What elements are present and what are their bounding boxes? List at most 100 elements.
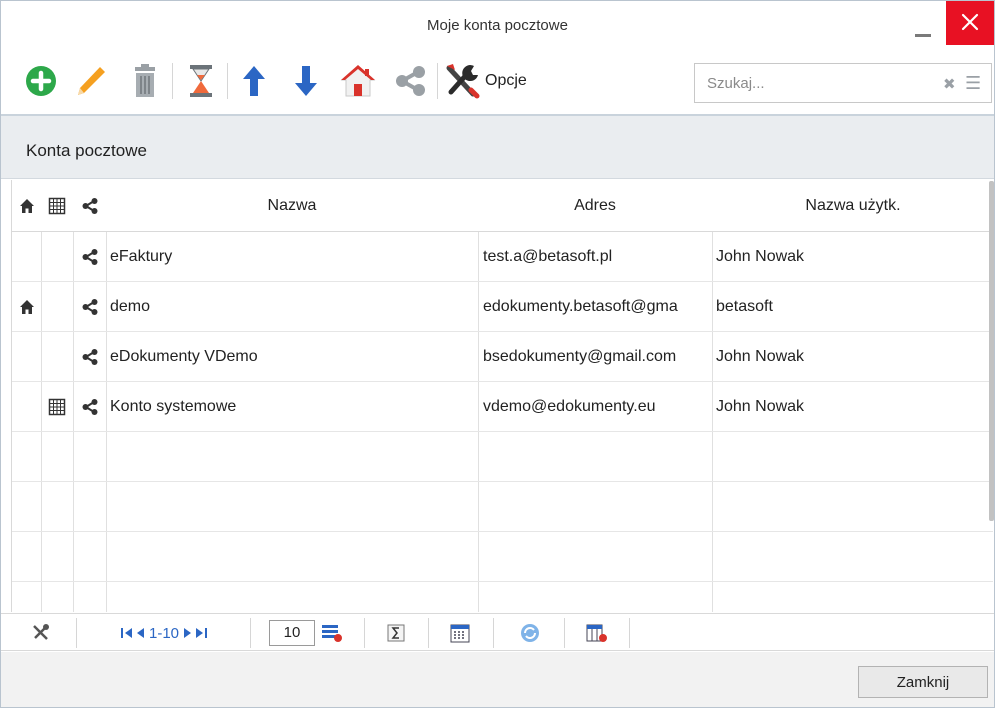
name-cell: eFaktury xyxy=(110,247,173,265)
search-input[interactable] xyxy=(695,64,925,102)
close-icon xyxy=(961,13,979,31)
window-title: Moje konta pocztowe xyxy=(427,17,568,34)
system-cell xyxy=(41,382,73,431)
column-header-share[interactable] xyxy=(73,180,106,232)
share-icon xyxy=(82,398,97,415)
share-icon xyxy=(82,298,97,315)
title-bar: Moje konta pocztowe xyxy=(1,1,994,51)
options-button[interactable]: Opcje xyxy=(443,61,527,101)
refresh-icon xyxy=(521,624,539,642)
dialog-window: Moje konta pocztowe Opcje Szukaj... ✖ ☰ … xyxy=(0,0,995,708)
name-cell: demo xyxy=(110,297,151,315)
table-row[interactable]: demo edokumenty.betasoft@gma betasoft xyxy=(12,282,993,332)
name-cell: Konto systemowe xyxy=(110,397,237,415)
section-header: Konta pocztowe xyxy=(1,116,994,179)
column-header-system[interactable] xyxy=(41,180,73,232)
close-window-button[interactable] xyxy=(946,1,994,45)
dialog-footer: Zamknij xyxy=(1,652,994,707)
tools-icon xyxy=(33,624,49,640)
grid-settings-button[interactable] xyxy=(29,620,53,646)
arrow-up-icon xyxy=(243,66,265,96)
empty-table-row xyxy=(12,432,993,482)
address-cell: edokumenty.betasoft@gma xyxy=(483,297,678,315)
delete-button[interactable] xyxy=(125,61,165,101)
table-row[interactable]: Konto systemowe vdemo@edokumenty.eu John N… xyxy=(12,382,993,432)
add-button[interactable] xyxy=(21,61,61,101)
empty-table-row xyxy=(12,532,993,582)
share-cell xyxy=(73,282,106,331)
calendar-button[interactable] xyxy=(448,620,472,646)
address-cell: vdemo@edokumenty.eu xyxy=(483,397,656,415)
plus-circle-icon xyxy=(26,66,56,96)
table-row[interactable]: eFaktury test.a@betasoft.pl John Nowak xyxy=(12,232,993,282)
summary-button[interactable] xyxy=(384,620,408,646)
refresh-button[interactable] xyxy=(517,620,543,646)
share-button[interactable] xyxy=(390,61,430,101)
pagination: 1-10 xyxy=(97,620,231,646)
column-header-address[interactable]: Adres xyxy=(478,180,712,232)
search-box: ✖ ☰ xyxy=(694,63,992,103)
home-cell xyxy=(12,332,41,381)
section-title: Konta pocztowe xyxy=(26,141,147,160)
hourglass-icon xyxy=(190,65,212,97)
share-cell xyxy=(73,382,106,431)
share-icon xyxy=(82,348,97,365)
arrow-down-icon xyxy=(295,66,317,96)
column-header-username[interactable]: Nazwa użytk. xyxy=(712,180,993,232)
columns-icon xyxy=(586,624,607,642)
home-icon xyxy=(19,299,34,314)
share-cell xyxy=(73,232,106,281)
username-cell: John Nowak xyxy=(716,347,805,365)
home-cell xyxy=(12,232,41,281)
minimize-button[interactable] xyxy=(911,23,935,37)
username-cell: John Nowak xyxy=(716,247,805,265)
system-cell xyxy=(41,282,73,331)
empty-table-row xyxy=(12,482,993,532)
history-button[interactable] xyxy=(181,61,221,101)
toolbar: Opcje ✖ ☰ xyxy=(1,51,994,115)
last-page-icon[interactable] xyxy=(194,626,208,640)
vertical-scrollbar[interactable] xyxy=(989,181,994,521)
column-header-home[interactable] xyxy=(12,180,41,232)
set-default-button[interactable] xyxy=(338,61,378,101)
previous-page-icon[interactable] xyxy=(134,626,146,640)
close-button[interactable]: Zamknij xyxy=(858,666,988,698)
clear-search-icon[interactable]: ✖ xyxy=(943,75,956,93)
calendar-icon xyxy=(450,624,470,643)
share-icon xyxy=(82,198,97,214)
page-range-label: 1-10 xyxy=(148,624,180,642)
share-icon xyxy=(82,248,97,265)
move-up-button[interactable] xyxy=(234,61,274,101)
address-cell: bsedokumenty@gmail.com xyxy=(483,347,677,365)
next-page-icon[interactable] xyxy=(182,626,194,640)
username-cell: betasoft xyxy=(716,297,773,315)
system-cell xyxy=(41,232,73,281)
username-cell: John Nowak xyxy=(716,397,805,415)
home-cell xyxy=(12,282,41,331)
calendar-grid-icon xyxy=(48,197,66,215)
first-page-icon[interactable] xyxy=(120,626,134,640)
address-cell: test.a@betasoft.pl xyxy=(483,247,613,265)
rows-icon xyxy=(322,625,342,642)
sigma-icon xyxy=(387,624,405,642)
edit-button[interactable] xyxy=(71,61,111,101)
empty-table-row xyxy=(12,582,993,612)
home-icon xyxy=(19,199,34,213)
page-size-button[interactable] xyxy=(319,620,345,646)
accounts-table: Nazwa Adres Nazwa użytk. eFaktury test.a@… xyxy=(11,180,993,612)
name-cell: eDokumenty VDemo xyxy=(110,347,258,365)
move-down-button[interactable] xyxy=(286,61,326,101)
search-menu-icon[interactable]: ☰ xyxy=(965,73,981,94)
column-header-name[interactable]: Nazwa xyxy=(106,180,478,232)
table-header: Nazwa Adres Nazwa użytk. xyxy=(12,180,993,232)
share-cell xyxy=(73,332,106,381)
home-icon xyxy=(340,65,376,97)
tools-icon xyxy=(446,64,480,99)
trash-icon xyxy=(135,64,155,97)
options-label: Opcje xyxy=(485,72,527,89)
pencil-icon xyxy=(78,67,105,95)
pager-bar: 1-10 10 xyxy=(1,613,994,651)
columns-button[interactable] xyxy=(584,620,610,646)
page-size-input[interactable]: 10 xyxy=(269,620,315,646)
table-row[interactable]: eDokumenty VDemo bsedokumenty@gmail.com Jo… xyxy=(12,332,993,382)
